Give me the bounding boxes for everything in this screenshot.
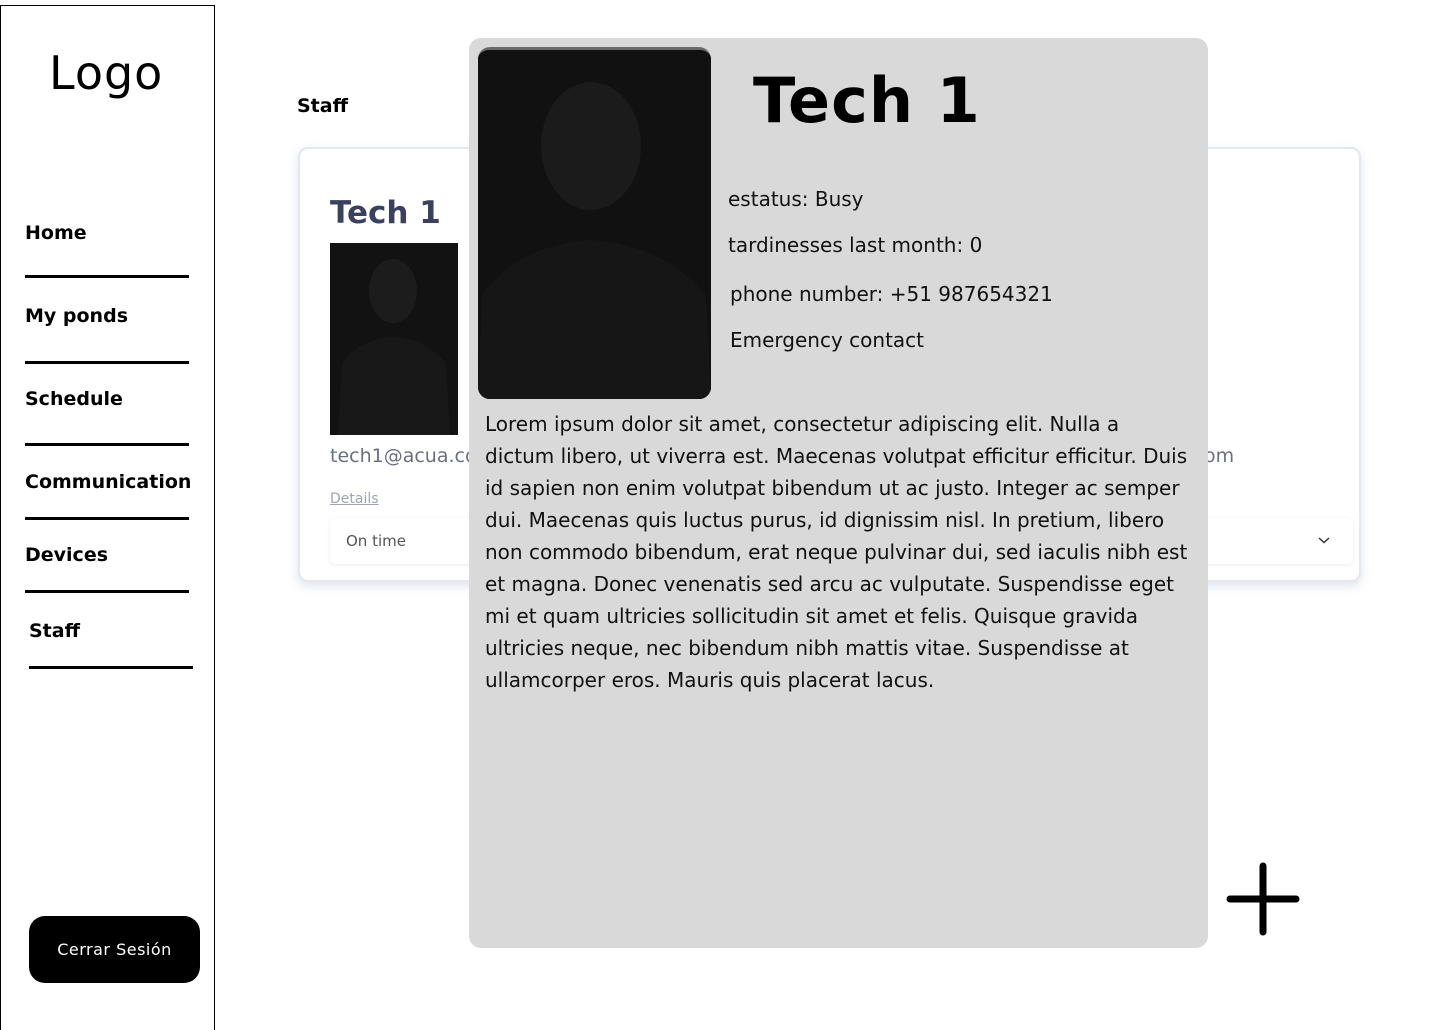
person-photo-icon — [478, 50, 711, 399]
sidebar: Logo Home My ponds Schedule Communicatio… — [0, 5, 215, 1030]
phone-text: phone number: +51 987654321 — [730, 282, 1053, 306]
modal-staff-photo — [478, 47, 711, 399]
emergency-contact[interactable]: Emergency contact — [730, 328, 924, 352]
sidebar-item-devices[interactable]: Devices — [25, 544, 108, 566]
divider — [25, 590, 189, 593]
staff-email-fragment: om — [1204, 445, 1235, 467]
plus-icon — [1226, 862, 1300, 936]
sidebar-item-home[interactable]: Home — [25, 222, 87, 244]
divider — [25, 275, 189, 278]
status-text: estatus: Busy — [728, 187, 864, 211]
divider — [25, 517, 189, 520]
modal-staff-name: Tech 1 — [753, 64, 981, 137]
add-staff-button[interactable] — [1226, 862, 1300, 936]
divider — [25, 361, 189, 364]
divider — [25, 443, 189, 446]
staff-detail-modal: Tech 1 estatus: Busy tardinesses last mo… — [469, 38, 1208, 948]
chevron-down-icon — [1318, 537, 1330, 544]
person-photo-icon — [330, 243, 458, 435]
logout-button[interactable]: Cerrar Sesión — [29, 916, 200, 983]
details-link[interactable]: Details — [330, 491, 379, 507]
sidebar-item-staff[interactable]: Staff — [29, 620, 80, 642]
staff-name: Tech 1 — [330, 195, 441, 231]
staff-photo — [330, 243, 458, 435]
sidebar-item-my-ponds[interactable]: My ponds — [25, 305, 128, 327]
sidebar-item-schedule[interactable]: Schedule — [25, 388, 123, 410]
status-select-value: On time — [346, 532, 406, 550]
tardiness-text: tardinesses last month: 0 — [728, 233, 983, 257]
sidebar-item-communication[interactable]: Communication — [25, 471, 191, 493]
staff-description: Lorem ipsum dolor sit amet, consectetur … — [485, 412, 1188, 692]
page-title: Staff — [297, 95, 348, 117]
staff-email: tech1@acua.co — [330, 445, 477, 467]
divider — [29, 666, 193, 669]
logo: Logo — [49, 46, 164, 100]
